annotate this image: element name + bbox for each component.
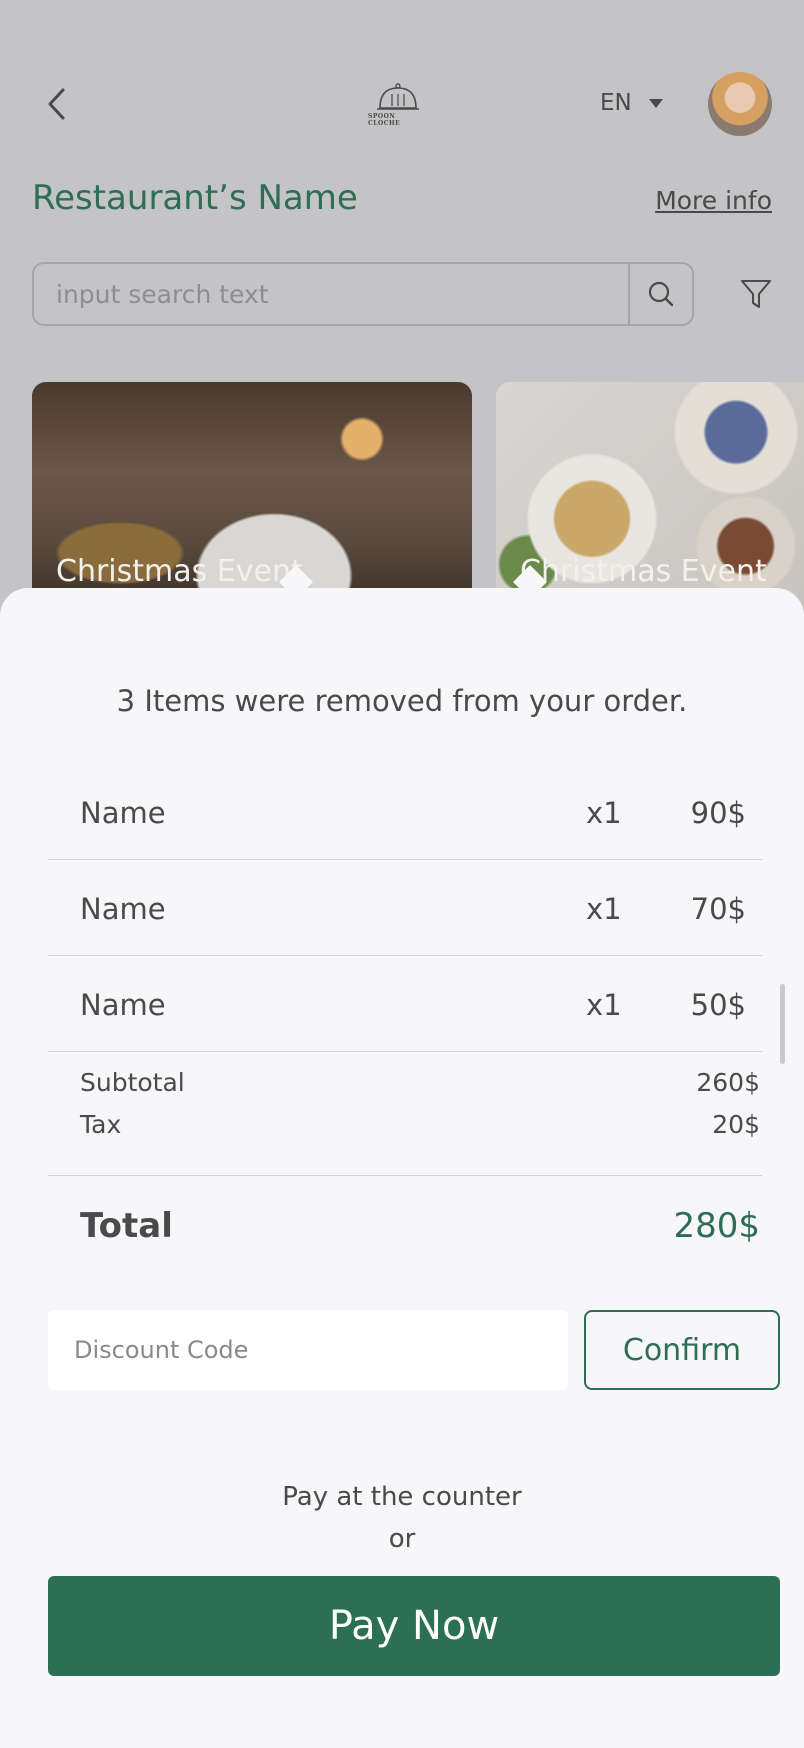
tax-label: Tax [80,1110,122,1139]
item-name: Name [80,796,166,830]
order-item-row: Name x1 90$ [48,764,762,860]
logo-text: SPOON CLOCHE [368,113,401,127]
cloche-icon [377,83,419,110]
user-avatar[interactable] [708,72,772,136]
event-card[interactable]: Christmas Event [32,382,472,610]
item-price: 70$ [690,892,746,926]
order-item-row: Name x1 70$ [48,860,762,956]
back-button[interactable] [36,84,76,124]
removed-items-message: 3 Items were removed from your order. [116,684,688,718]
event-card-label: Christmas Event [56,554,303,589]
event-card-label: Christmas Event [520,554,767,589]
discount-code-input[interactable] [48,1310,568,1390]
language-selector[interactable]: EN [600,88,664,118]
item-quantity: x1 [586,892,622,926]
chevron-left-icon [48,88,65,120]
pay-now-button[interactable]: Pay Now [48,1576,780,1676]
total-value: 280$ [673,1206,760,1246]
caret-down-icon [648,99,663,108]
filter-icon [741,280,771,308]
item-name: Name [80,892,166,926]
item-price: 90$ [690,796,746,830]
pay-at-counter-line: Pay at the counter [282,1482,522,1512]
more-info-link[interactable]: More info [655,186,772,215]
item-name: Name [80,988,166,1022]
search-bar [32,262,694,326]
order-summary: Subtotal 260$ Tax 20$ [48,1044,762,1176]
filter-button[interactable] [734,272,778,316]
subtotal-label: Subtotal [80,1068,185,1097]
item-price: 50$ [690,988,746,1022]
search-input[interactable] [34,264,628,324]
event-card[interactable]: Christmas Event [496,382,804,610]
restaurant-logo: SPOON CLOCHE [368,82,428,128]
pay-at-counter-text: Pay at the counter or [0,1476,804,1560]
order-bottom-sheet: 3 Items were removed from your order. Na… [0,565,804,1748]
restaurant-name: Restaurant’s Name [32,178,358,218]
subtotal-value: 260$ [696,1068,760,1097]
scrollbar[interactable] [780,984,785,1064]
item-quantity: x1 [586,796,622,830]
tax-value: 20$ [712,1110,760,1139]
search-icon [648,281,674,307]
or-separator: or [388,1524,416,1554]
total-label: Total [80,1206,173,1246]
confirm-discount-button[interactable]: Confirm [584,1310,780,1390]
language-label: EN [600,90,632,116]
item-quantity: x1 [586,988,622,1022]
app-header: SPOON CLOCHE EN [0,60,804,150]
order-item-row: Name x1 50$ [48,956,762,1052]
search-button[interactable] [628,264,692,324]
